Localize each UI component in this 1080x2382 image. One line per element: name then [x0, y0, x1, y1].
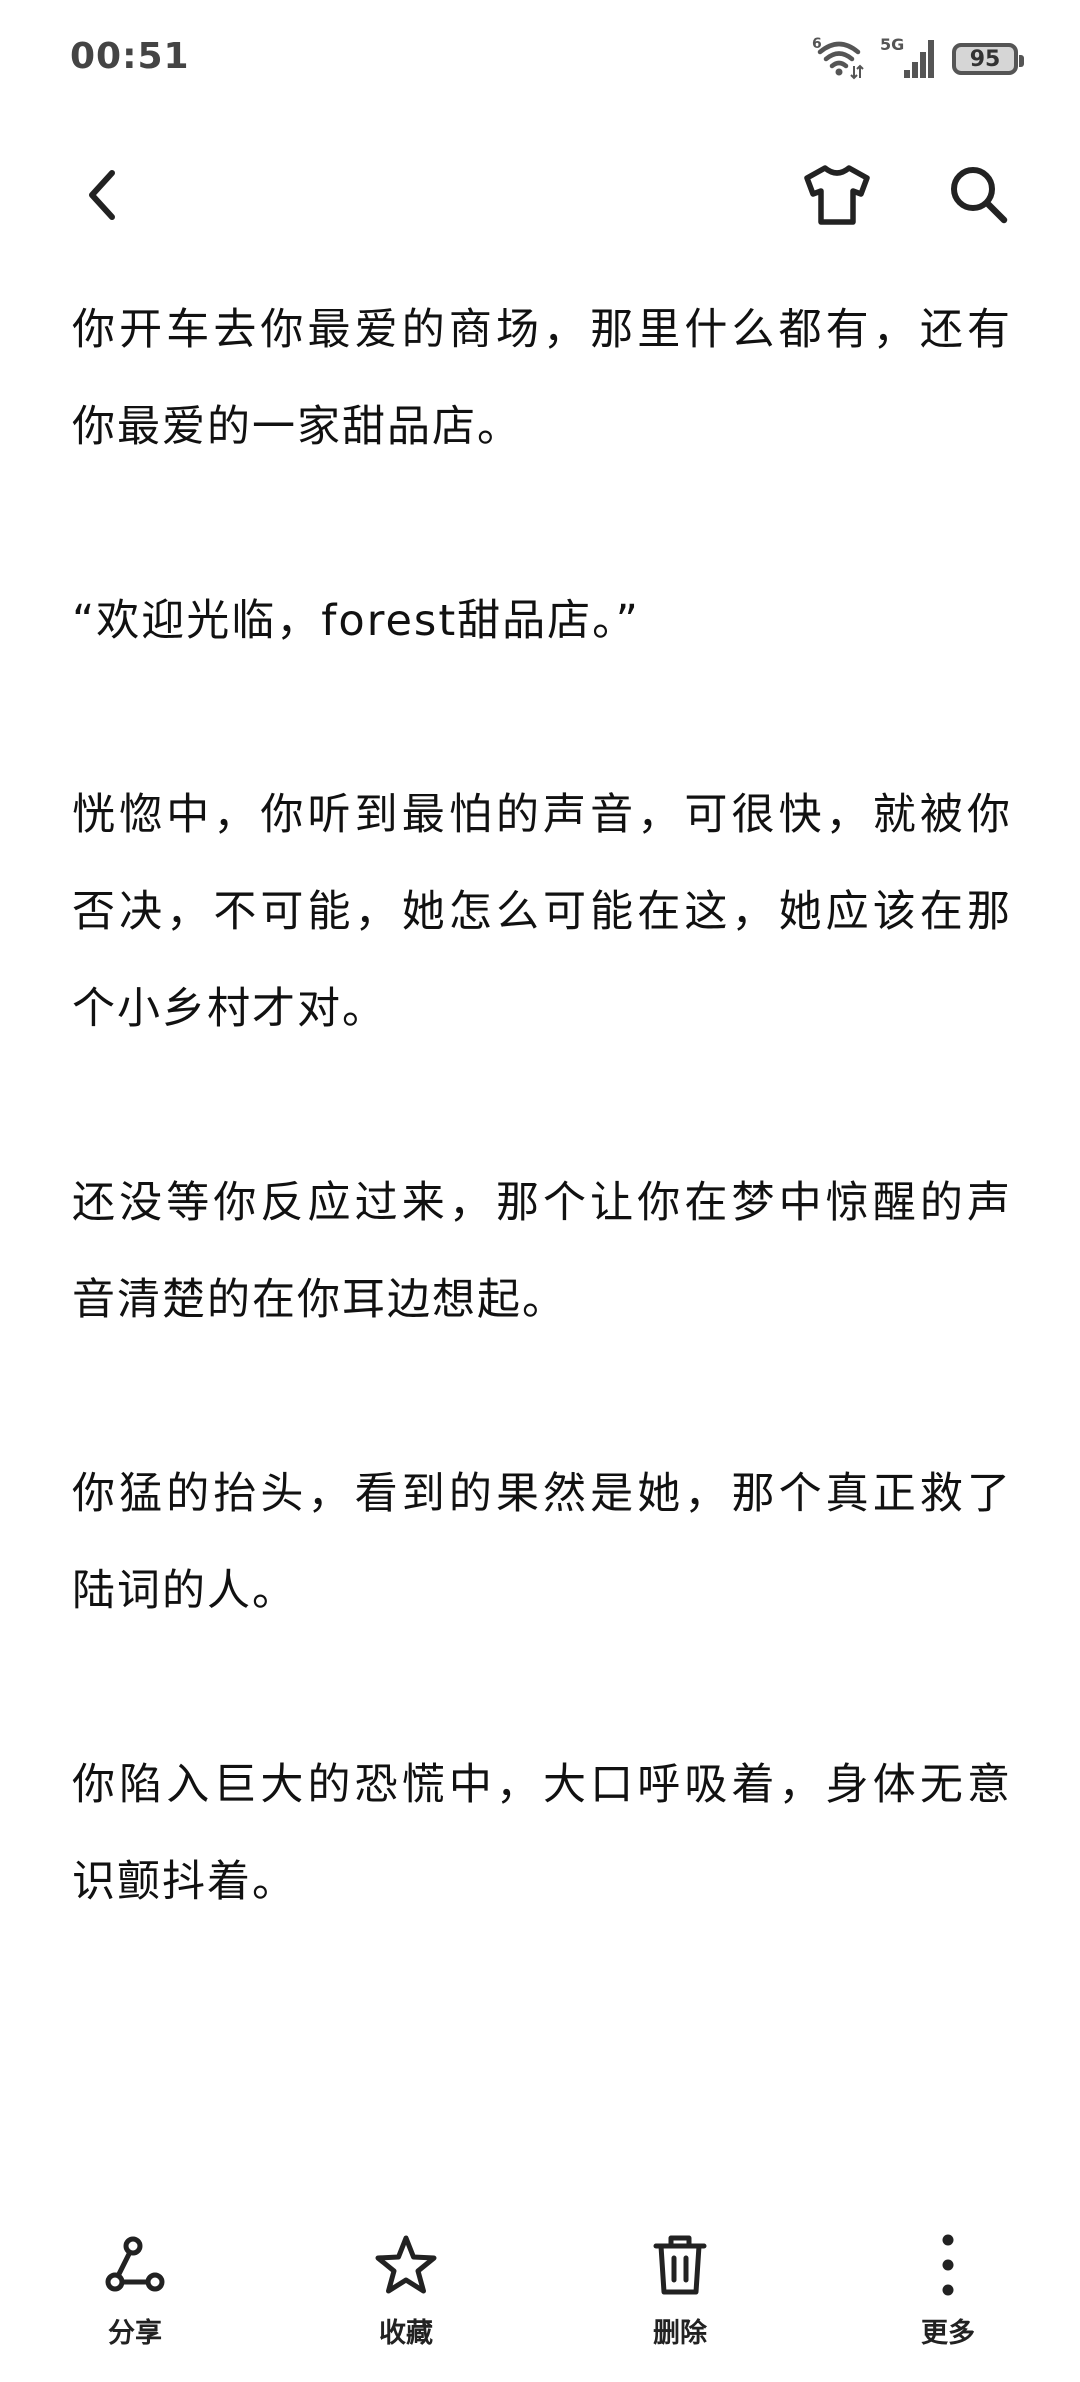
paragraph: 还没等你反应过来，那个让你在梦中惊醒的声音清楚的在你耳边想起。: [72, 1178, 1012, 1325]
bottom-action-bar: 分享 收藏 删除 更多: [0, 2225, 1080, 2365]
paragraph: 你开车去你最爱的商场，那里什么都有，还有你最爱的一家甜品店。: [72, 305, 1012, 452]
share-label: 分享: [108, 2318, 162, 2349]
tshirt-icon: [804, 165, 870, 225]
delete-label: 删除: [653, 2318, 707, 2349]
paragraph: 恍惚中，你听到最怕的声音，可很快，就被你否决，不可能，她怎么可能在这，她应该在那…: [72, 790, 1012, 1034]
more-label: 更多: [921, 2318, 975, 2349]
note-content[interactable]: 你开车去你最爱的商场，那里什么都有，还有你最爱的一家甜品店。 “欢迎光临，for…: [72, 282, 1012, 2028]
more-button[interactable]: 更多: [858, 2225, 1038, 2355]
star-icon: [375, 2235, 437, 2294]
paragraph: 你陷入巨大的恐慌中，大口呼吸着，身体无意识颤抖着。: [72, 1760, 1012, 1907]
signal-5g-icon: 5G: [880, 34, 938, 84]
favorite-button[interactable]: 收藏: [316, 2225, 496, 2355]
svg-text:5G: 5G: [880, 35, 904, 54]
delete-button[interactable]: 删除: [590, 2225, 770, 2355]
battery-icon: 95: [952, 43, 1024, 75]
search-button[interactable]: [934, 150, 1024, 240]
favorite-label: 收藏: [379, 2318, 433, 2349]
search-icon: [951, 167, 1008, 224]
status-time: 00:51: [70, 36, 190, 77]
trash-icon: [653, 2235, 707, 2295]
wifi-icon: 6: [812, 34, 866, 84]
theme-button[interactable]: [792, 150, 882, 240]
status-bar: 00:51 6 5G 95: [0, 0, 1080, 120]
top-nav: [0, 140, 1080, 250]
back-arrow-icon: [89, 170, 115, 220]
share-icon: [105, 2236, 165, 2292]
more-vertical-icon: [942, 2234, 954, 2296]
paragraph: “欢迎光临，forest甜品店。”: [72, 596, 640, 646]
back-button[interactable]: [58, 150, 148, 240]
share-button[interactable]: 分享: [45, 2225, 225, 2355]
status-icons: 6 5G 95: [812, 34, 1024, 84]
paragraph: 你猛的抬头，看到的果然是她，那个真正救了陆词的人。: [72, 1469, 1012, 1616]
